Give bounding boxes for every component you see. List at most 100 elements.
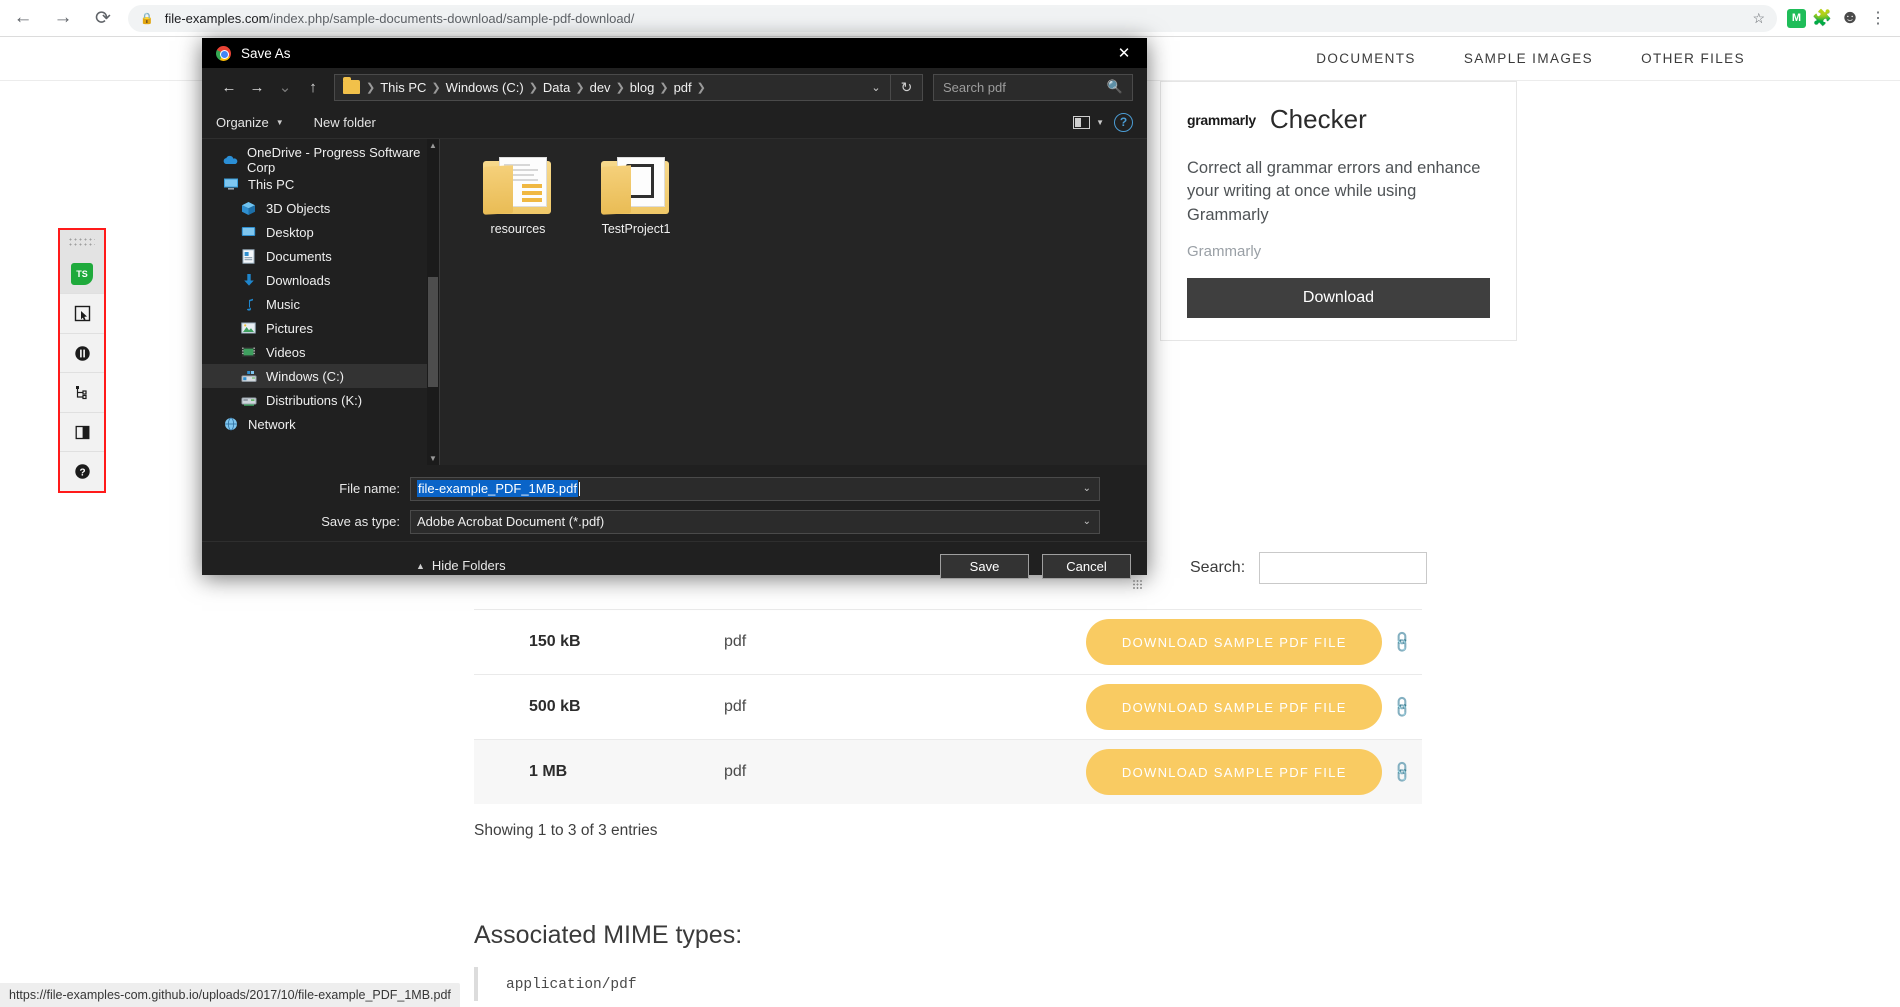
resize-grip[interactable]	[1133, 580, 1143, 590]
file-name-input[interactable]: file-example_PDF_1MB.pdf ⌄	[410, 476, 1100, 501]
toolbar-item-help[interactable]: ?	[60, 451, 104, 491]
reload-icon[interactable]: ⟳	[86, 1, 120, 35]
profile-avatar-icon[interactable]: ☻	[1838, 7, 1862, 29]
tree-item-label: Distributions (K:)	[266, 392, 363, 408]
link-icon[interactable]: 🔗	[1390, 759, 1415, 785]
tree-item-network[interactable]: Network	[202, 412, 439, 436]
advertisement-card[interactable]: grammarly Checker Correct all grammar er…	[1160, 81, 1517, 341]
breadcrumb-item-data[interactable]: Data	[539, 80, 574, 95]
testing-studio-ts-icon: TS	[71, 263, 93, 286]
chevron-down-icon[interactable]: ⌄	[862, 75, 890, 100]
tree-item-label: Windows (C:)	[266, 368, 345, 384]
hide-folders-button[interactable]: ▲ Hide Folders	[416, 558, 506, 573]
tree-item-this-pc[interactable]: This PC	[202, 172, 439, 196]
grammarly-logo: grammarly	[1187, 112, 1256, 128]
extensions-puzzle-icon[interactable]: 🧩	[1810, 8, 1834, 28]
file-item-label: resources	[490, 222, 546, 236]
breadcrumb-item-dev[interactable]: dev	[586, 80, 615, 95]
star-icon[interactable]: ☆	[1752, 10, 1765, 27]
close-icon[interactable]: ✕	[1101, 38, 1147, 68]
forward-arrow-icon[interactable]: →	[244, 74, 270, 100]
chrome-logo-icon	[216, 45, 231, 61]
kebab-menu-icon[interactable]: ⋮	[1866, 8, 1890, 28]
breadcrumb-item-blog[interactable]: blog	[626, 80, 659, 95]
file-item-resources[interactable]: resources	[462, 157, 574, 236]
table-search-row: Search:	[1190, 552, 1428, 584]
search-input[interactable]	[1259, 552, 1428, 584]
breadcrumb[interactable]: ❯ This PC ❯ Windows (C:) ❯ Data ❯ dev ❯ …	[334, 73, 923, 101]
tree-item-windows-c[interactable]: Windows (C:)	[202, 364, 439, 388]
tree-item-downloads[interactable]: Downloads	[202, 268, 439, 292]
site-nav-sample-images[interactable]: SAMPLE IMAGES	[1464, 51, 1593, 66]
view-layout-button[interactable]: ▼	[1073, 115, 1104, 129]
ad-title: Checker	[1269, 104, 1367, 134]
tree-item-label: Downloads	[266, 272, 331, 288]
download-sample-pdf-button[interactable]: DOWNLOAD SAMPLE PDF FILE	[1086, 749, 1383, 795]
scroll-up-icon[interactable]: ▲	[427, 139, 439, 152]
scrollbar-thumb[interactable]	[428, 277, 438, 387]
pictures-icon	[240, 320, 257, 337]
back-arrow-icon[interactable]: ←	[216, 74, 242, 100]
download-sample-pdf-button[interactable]: DOWNLOAD SAMPLE PDF FILE	[1086, 684, 1383, 730]
tree-item-3d-objects[interactable]: 3D Objects	[202, 196, 439, 220]
recent-locations-chevron-icon[interactable]: ⌄	[272, 74, 298, 100]
breadcrumb-separator: ❯	[659, 81, 669, 94]
folder-with-files-icon	[601, 157, 671, 215]
link-icon[interactable]: 🔗	[1390, 694, 1415, 720]
chevron-down-icon[interactable]: ⌄	[1083, 483, 1091, 494]
organize-button[interactable]: Organize ▼	[216, 115, 284, 130]
file-item-testproject1[interactable]: TestProject1	[580, 157, 692, 236]
ad-download-button[interactable]: Download	[1187, 278, 1490, 319]
back-arrow-icon[interactable]: ←	[6, 1, 40, 35]
cancel-button[interactable]: Cancel	[1042, 554, 1131, 579]
cell-file-type: pdf	[724, 698, 747, 715]
dialog-footer: ▲ Hide Folders Save Cancel	[202, 541, 1147, 593]
download-sample-pdf-button[interactable]: DOWNLOAD SAMPLE PDF FILE	[1086, 619, 1383, 665]
help-icon[interactable]: ?	[1114, 112, 1133, 132]
breadcrumb-item-this-pc[interactable]: This PC	[376, 80, 430, 95]
file-list-pane[interactable]: resources TestProject1	[440, 139, 1147, 465]
magnifier-icon: 🔍	[1106, 79, 1123, 94]
hard-drive-icon	[240, 368, 257, 385]
tree-item-pictures[interactable]: Pictures	[202, 316, 439, 340]
drag-grip[interactable]	[60, 230, 104, 256]
toolbar-item-ts[interactable]: TS	[60, 255, 104, 294]
tree-item-documents[interactable]: Documents	[202, 244, 439, 268]
site-nav-other-files[interactable]: OTHER FILES	[1641, 51, 1745, 66]
pause-circle-icon	[74, 345, 90, 361]
mime-value: application/pdf	[506, 977, 637, 993]
refresh-icon[interactable]: ↻	[890, 74, 922, 100]
mime-blockquote: application/pdf	[474, 967, 1174, 1001]
toolbar-item-split-panel[interactable]	[60, 411, 104, 452]
toolbar-item-element-picker[interactable]	[60, 293, 104, 333]
breadcrumb-item-pdf[interactable]: pdf	[670, 80, 696, 95]
link-icon[interactable]: 🔗	[1390, 629, 1415, 655]
save-button[interactable]: Save	[940, 554, 1029, 579]
save-as-dialog: Save As ✕ ← → ⌄ ↑ ❯ This PC ❯ Windows (C…	[202, 38, 1147, 590]
new-folder-button[interactable]: New folder	[314, 115, 376, 130]
up-arrow-icon[interactable]: ↑	[300, 74, 326, 100]
address-bar[interactable]: 🔒 file-examples.com/index.php/sample-doc…	[128, 4, 1777, 32]
dialog-search-box[interactable]: Search pdf 🔍	[933, 73, 1133, 101]
tree-scrollbar[interactable]: ▲ ▼	[427, 139, 439, 465]
tree-item-distributions-k[interactable]: Distributions (K:)	[202, 388, 439, 412]
extension-badge-icon[interactable]: M	[1787, 8, 1806, 28]
tree-item-music[interactable]: Music	[202, 292, 439, 316]
forward-arrow-icon[interactable]: →	[46, 1, 80, 35]
tree-item-videos[interactable]: Videos	[202, 340, 439, 364]
url-domain: file-examples.com	[164, 10, 270, 26]
cell-file-type: pdf	[724, 763, 747, 780]
breadcrumb-item-windows-c[interactable]: Windows (C:)	[442, 80, 528, 95]
site-nav-documents[interactable]: DOCUMENTS	[1316, 51, 1416, 66]
dialog-title-bar[interactable]: Save As ✕	[202, 38, 1147, 68]
chevron-down-icon[interactable]: ⌄	[1083, 516, 1091, 527]
toolbar-item-pause[interactable]	[60, 332, 104, 373]
network-icon	[222, 416, 239, 433]
tree-item-onedrive[interactable]: OneDrive - Progress Software Corp	[202, 145, 439, 175]
breadcrumb-separator: ❯	[615, 81, 625, 94]
tree-item-label: Pictures	[266, 320, 313, 336]
scroll-down-icon[interactable]: ▼	[427, 452, 439, 465]
toolbar-item-dom-tree[interactable]	[60, 372, 104, 412]
save-as-type-select[interactable]: Adobe Acrobat Document (*.pdf) ⌄	[410, 509, 1100, 534]
tree-item-desktop[interactable]: Desktop	[202, 220, 439, 244]
